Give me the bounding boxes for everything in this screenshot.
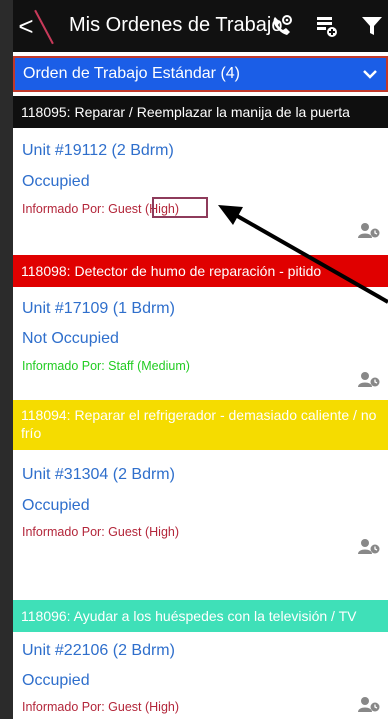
back-button[interactable]: <	[13, 0, 39, 52]
reported-by-text: Informado Por: Guest	[22, 525, 145, 539]
phone-settings-icon	[273, 15, 292, 35]
work-order-header: 118098: Detector de humo de reparación -…	[13, 255, 388, 287]
section-label: Orden de Trabajo Estándar (4)	[23, 65, 241, 82]
priority-label: (High)	[144, 700, 180, 714]
top-app-bar: < Mis Ordenes de Trabajo	[13, 0, 388, 52]
chevron-down-icon	[363, 70, 377, 79]
assign-user-icon[interactable]	[358, 696, 380, 712]
priority-label: (High)	[144, 525, 180, 539]
filter-button[interactable]	[357, 12, 387, 40]
assign-user-icon[interactable]	[358, 222, 380, 238]
unit-label[interactable]: Unit #22106 (2 Bdrm)	[22, 642, 175, 660]
unit-label[interactable]: Unit #19112 (2 Bdrm)	[22, 142, 174, 160]
work-order-card[interactable]: 118096: Ayudar a los huéspedes con la te…	[13, 600, 388, 719]
reported-by-text: Informado Por: Guest	[22, 700, 145, 714]
work-order-header: 118094: Reparar el refrigerador - demasi…	[13, 400, 388, 450]
unit-label[interactable]: Unit #17109 (1 Bdrm)	[22, 300, 175, 318]
work-order-card[interactable]: 118098: Detector de humo de reparación -…	[13, 255, 388, 391]
occupancy-status: Not Occupied	[22, 330, 119, 347]
work-order-header: 118096: Ayudar a los huéspedes con la te…	[13, 600, 388, 632]
occupancy-status: Occupied	[22, 173, 90, 190]
reported-by: Informado Por: Guest (High)	[22, 525, 179, 539]
assign-user-icon[interactable]	[358, 371, 380, 387]
occupancy-status: Occupied	[22, 672, 90, 689]
page-title: Mis Ordenes de Trabajo	[69, 14, 283, 36]
filter-icon	[362, 17, 382, 35]
priority-label: (Medium)	[137, 359, 190, 373]
reported-by: Informado Por: Guest (High)	[22, 700, 179, 714]
back-icon: <	[18, 11, 34, 41]
assign-user-icon[interactable]	[358, 538, 380, 554]
highlight-box	[152, 197, 208, 218]
list-add-button[interactable]	[311, 12, 341, 40]
reported-by: Informado Por: Staff (Medium)	[22, 359, 190, 373]
work-order-header: 118095: Reparar / Reemplazar la manija d…	[13, 96, 388, 128]
screen: < Mis Ordenes de Trabajo Orden de Trabaj…	[0, 0, 388, 719]
reported-by-text: Informado Por: Staff	[22, 359, 138, 373]
left-edge	[0, 0, 13, 719]
work-order-card[interactable]: 118094: Reparar el refrigerador - demasi…	[13, 400, 388, 570]
unit-label[interactable]: Unit #31304 (2 Bdrm)	[22, 466, 175, 484]
phone-settings-button[interactable]	[267, 12, 297, 40]
list-add-icon	[317, 17, 337, 37]
work-order-card[interactable]: 118095: Reparar / Reemplazar la manija d…	[13, 96, 388, 240]
reported-by-text: Informado Por: Guest	[22, 202, 145, 216]
work-order-section-dropdown[interactable]: Orden de Trabajo Estándar (4)	[13, 56, 388, 92]
occupancy-status: Occupied	[22, 497, 90, 514]
